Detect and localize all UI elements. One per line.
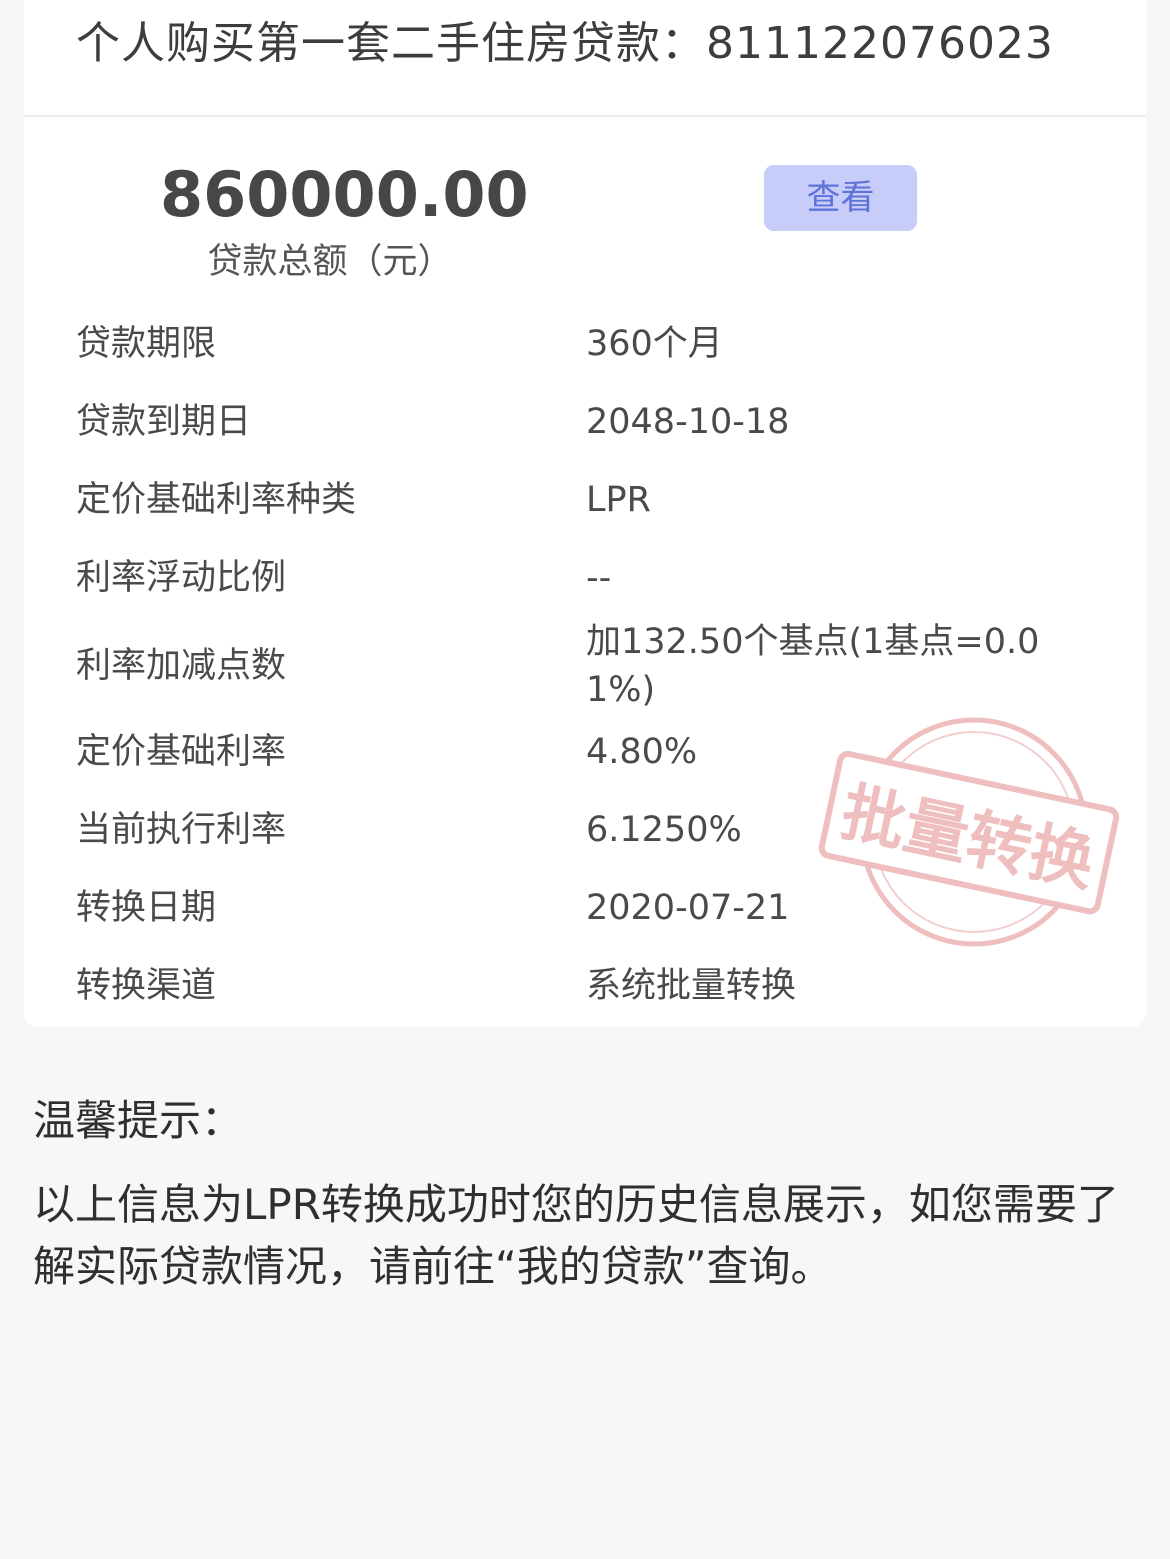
loan-amount-label: 贷款总额（元）: [207, 242, 453, 282]
batch-conversion-stamp: 批量转换: [818, 717, 1120, 947]
loan-title: 个人购买第一套二手住房贷款：811122076023: [76, 18, 1054, 69]
loan-detail-card: 个人购买第一套二手住房贷款：811122076023 860000.00 贷款总…: [24, 0, 1146, 1027]
divider: [24, 115, 1146, 117]
row-label-basis-points: 利率加减点数: [76, 646, 287, 686]
row-value-base-rate-type: LPR: [586, 480, 651, 520]
row-label-term: 贷款期限: [76, 324, 217, 364]
loan-amount: 860000.00: [160, 158, 529, 231]
row-value-float-ratio: --: [586, 558, 612, 598]
view-button[interactable]: 查看: [764, 165, 917, 231]
row-label-float-ratio: 利率浮动比例: [76, 558, 287, 598]
row-label-current-rate: 当前执行利率: [76, 810, 287, 850]
row-label-conversion-date: 转换日期: [76, 888, 217, 928]
row-value-basis-points: 加132.50个基点(1基点=0.01%): [586, 622, 1040, 710]
row-label-base-rate: 定价基础利率: [76, 732, 287, 772]
row-label-conversion-channel: 转换渠道: [76, 966, 217, 1006]
row-value-maturity-date: 2048-10-18: [586, 402, 790, 442]
tips-title: 温馨提示：: [33, 1096, 244, 1145]
row-label-base-rate-type: 定价基础利率种类: [76, 480, 357, 520]
tips-body: 以上信息为LPR转换成功时您的历史信息展示，如您需要了解实际贷款情况，请前往“我…: [33, 1180, 1119, 1291]
row-value-term: 360个月: [586, 324, 723, 364]
row-label-maturity-date: 贷款到期日: [76, 402, 252, 442]
row-value-conversion-channel: 系统批量转换: [586, 966, 797, 1006]
